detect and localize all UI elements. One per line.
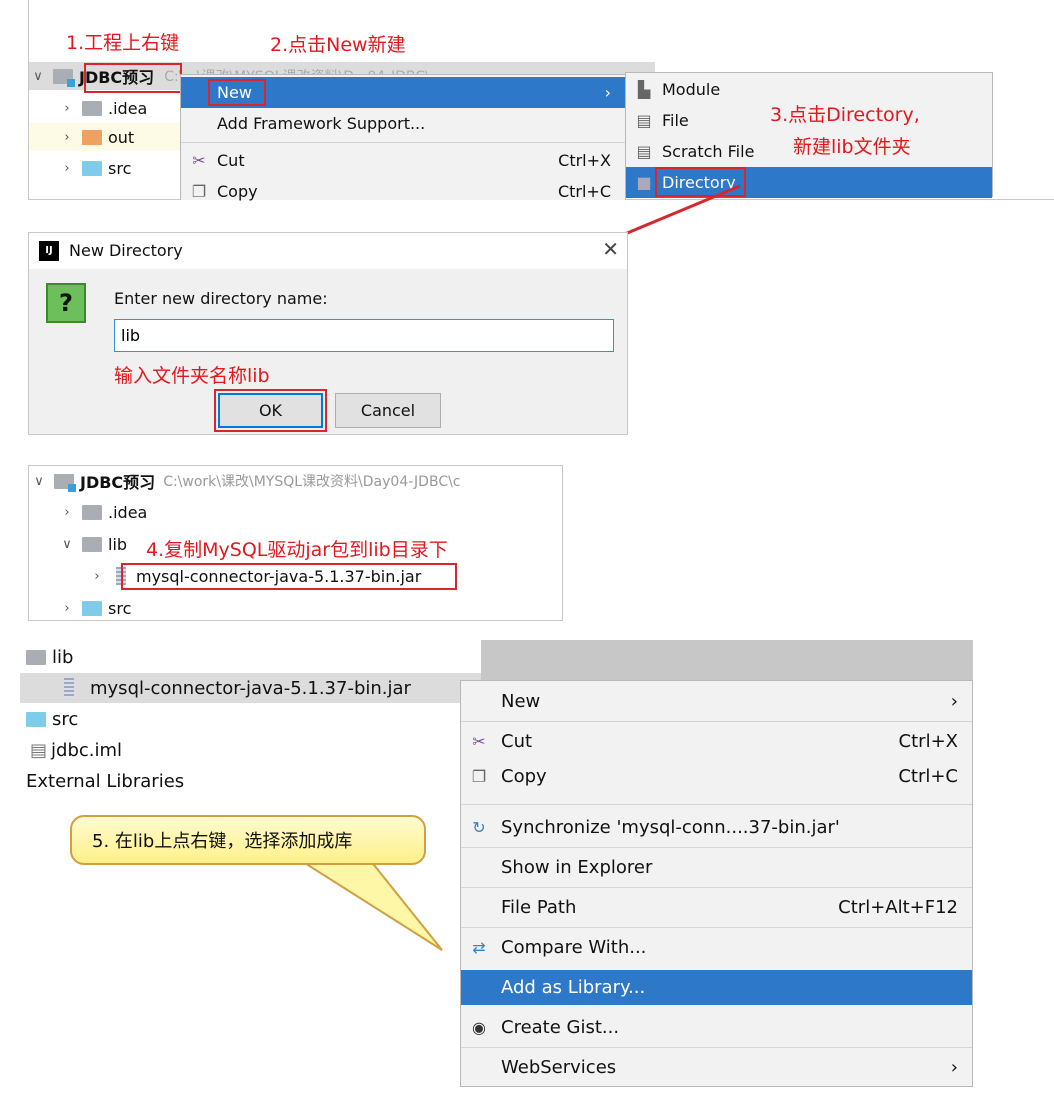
callout-pointer <box>296 859 443 951</box>
annotation-step5: 5. 在lib上点右键，选择添加成库 <box>92 831 353 852</box>
callout-step5: 5. 在lib上点右键，选择添加成库 <box>70 815 426 865</box>
